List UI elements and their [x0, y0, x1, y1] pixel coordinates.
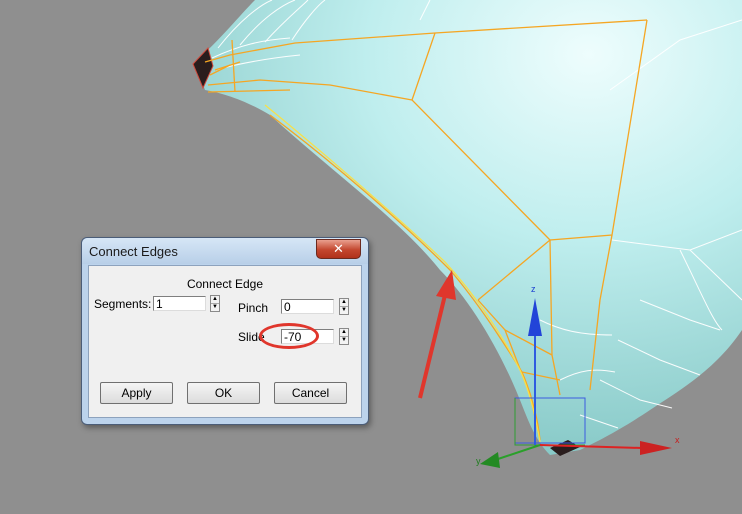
spinner-up-icon[interactable]: ▲	[340, 329, 348, 337]
apply-button[interactable]: Apply	[100, 382, 173, 404]
close-button[interactable]: ✕	[316, 239, 361, 259]
connect-edges-dialog: Connect Edges ✕ Connect Edge Segments: 1…	[81, 237, 369, 425]
segments-spinner[interactable]: ▲ ▼	[210, 295, 220, 312]
segments-input[interactable]: 1	[153, 296, 206, 311]
segments-label: Segments:	[94, 297, 152, 311]
ok-button[interactable]: OK	[187, 382, 260, 404]
group-label: Connect Edge	[186, 277, 264, 291]
gizmo-z-label: z	[531, 284, 536, 294]
spinner-down-icon[interactable]: ▼	[211, 304, 219, 311]
gizmo-x-arrow[interactable]	[640, 441, 672, 455]
spinner-down-icon[interactable]: ▼	[340, 307, 348, 314]
gizmo-y-label: y	[476, 456, 481, 466]
close-icon: ✕	[333, 241, 344, 256]
gizmo-y-arrow[interactable]	[480, 452, 500, 468]
pinch-label: Pinch	[238, 301, 269, 315]
dialog-title: Connect Edges	[89, 244, 178, 259]
dialog-client: Connect Edge Segments: 1 ▲ ▼ Pinch 0 ▲ ▼…	[88, 265, 362, 418]
red-arrow-annotation	[418, 270, 456, 399]
cancel-button[interactable]: Cancel	[274, 382, 347, 404]
pinch-spinner[interactable]: ▲ ▼	[339, 298, 349, 315]
spinner-up-icon[interactable]: ▲	[211, 296, 219, 304]
pinch-input[interactable]: 0	[281, 299, 334, 314]
slide-highlight-annotation	[259, 323, 319, 349]
dialog-titlebar[interactable]: Connect Edges ✕	[82, 238, 368, 264]
slide-spinner[interactable]: ▲ ▼	[339, 328, 349, 345]
gizmo-y-axis[interactable]	[494, 444, 541, 461]
spinner-up-icon[interactable]: ▲	[340, 299, 348, 307]
spinner-down-icon[interactable]: ▼	[340, 337, 348, 344]
gizmo-x-label: x	[675, 435, 680, 445]
